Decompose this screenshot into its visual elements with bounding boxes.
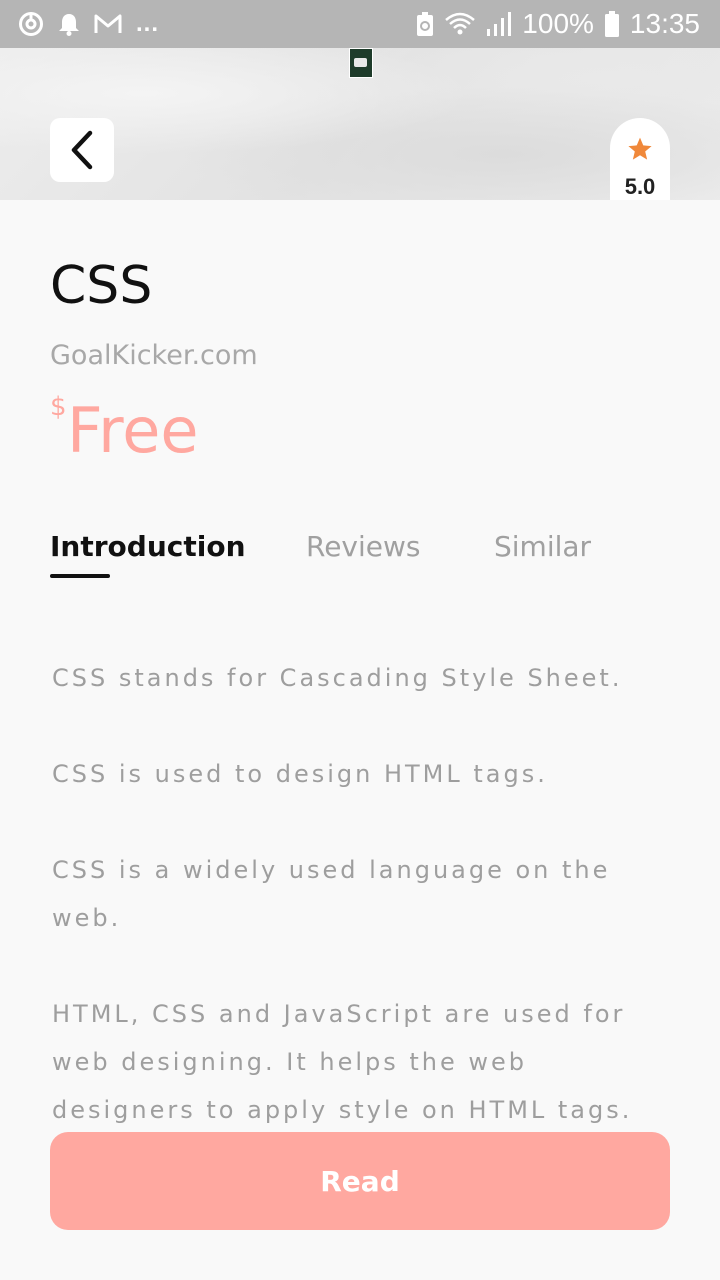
clock: 13:35 bbox=[629, 8, 700, 39]
book-title: CSS bbox=[50, 256, 153, 316]
rating-value: 5.0 bbox=[624, 174, 656, 199]
price-currency: $ bbox=[50, 392, 67, 422]
wifi-icon bbox=[445, 12, 476, 35]
tab-introduction[interactable]: Introduction bbox=[50, 530, 246, 563]
intro-paragraph: CSS stands for Cascading Style Sheet. bbox=[52, 664, 623, 692]
intro-paragraph: CSS is used to design HTML tags. bbox=[52, 760, 548, 788]
intro-paragraph: CSS is a widely used language on the web… bbox=[52, 856, 611, 932]
tab-indicator bbox=[50, 574, 110, 578]
price-amount: Free bbox=[67, 394, 199, 467]
chevron-left-icon bbox=[71, 130, 93, 170]
status-bar: ... 100% 13:35 bbox=[0, 0, 720, 48]
status-bar-left: ... bbox=[18, 0, 159, 48]
sync-icon bbox=[19, 12, 43, 36]
intro-paragraph: HTML, CSS and JavaScript are used for we… bbox=[52, 1000, 633, 1124]
battery-percent: 100% bbox=[522, 8, 594, 39]
signal-icon bbox=[487, 12, 512, 36]
back-button[interactable] bbox=[50, 118, 114, 182]
introduction-content: CSS stands for Cascading Style Sheet. CS… bbox=[52, 654, 672, 1182]
star-icon bbox=[628, 137, 652, 160]
tab-reviews[interactable]: Reviews bbox=[306, 530, 421, 563]
read-button[interactable]: Read bbox=[50, 1132, 670, 1230]
tab-similar[interactable]: Similar bbox=[494, 530, 591, 563]
battery-saver-icon bbox=[417, 12, 434, 36]
book-cover-thumbnail bbox=[349, 48, 373, 78]
status-overflow: ... bbox=[136, 10, 160, 37]
book-author: GoalKicker.com bbox=[50, 340, 258, 371]
tab-bar: Introduction Reviews Similar bbox=[50, 530, 670, 580]
gmail-icon bbox=[94, 14, 122, 33]
rating-badge: 5.0 bbox=[610, 118, 670, 200]
status-bar-right: 100% 13:35 bbox=[416, 0, 700, 48]
bell-icon bbox=[59, 14, 79, 36]
battery-icon bbox=[604, 11, 619, 37]
